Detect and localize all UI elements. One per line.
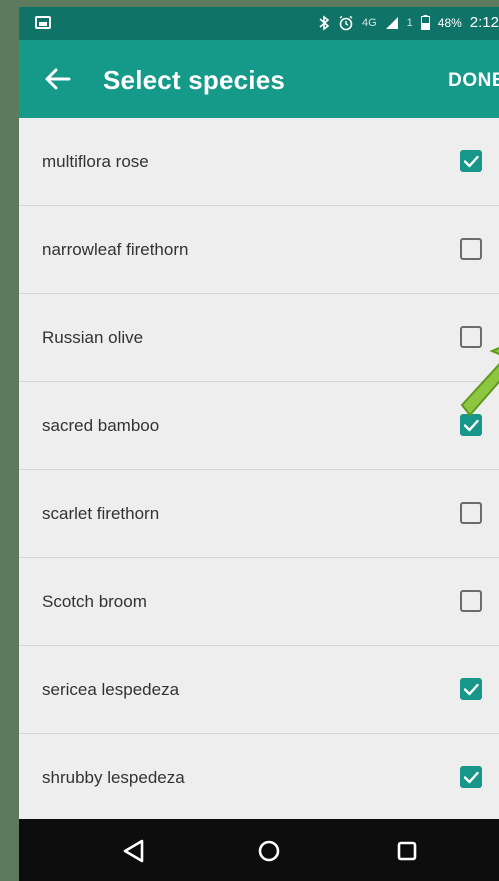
species-label: sacred bamboo [42,416,160,435]
square-recents-icon[interactable] [393,837,421,865]
species-label: sericea lespedeza [42,680,180,699]
species-label: scarlet firethorn [42,504,160,523]
species-checkbox[interactable] [460,678,482,700]
list-item[interactable]: sacred bamboo [19,382,499,470]
pointer-arrow-icon [460,347,499,417]
species-label: narrowleaf firethorn [42,240,189,259]
list-item[interactable]: narrowleaf firethorn [19,206,499,294]
signal-icon [385,16,398,29]
check-icon [463,683,479,696]
species-label: shrubby lespedeza [42,768,185,787]
list-item[interactable]: shrubby lespedeza [19,734,499,822]
species-checkbox[interactable] [460,238,482,260]
status-icons: 4G 1 48% 2:12 [318,14,499,31]
signal-text: 1 [406,16,413,29]
species-checkbox[interactable] [460,766,482,788]
check-icon [463,771,479,784]
check-icon [463,155,479,168]
species-list: multiflora rose narrowleaf firethorn Russi… [19,118,499,822]
species-checkbox[interactable] [460,150,482,172]
list-item[interactable]: Scotch broom [19,558,499,646]
arrow-back-icon[interactable] [41,62,75,96]
network-text: 4G [361,16,377,29]
species-checkbox[interactable] [460,590,482,612]
triangle-back-icon[interactable] [120,837,148,865]
circle-home-icon[interactable] [255,837,283,865]
phone-screen: 4G 1 48% 2:12 Select species DONE multif… [19,7,499,881]
clock: 2:12 [469,14,499,31]
status-bar: 4G 1 48% 2:12 [19,7,499,40]
list-item[interactable]: multiflora rose [19,118,499,206]
page-title: Select species [103,65,286,95]
battery-icon [420,15,430,30]
list-item[interactable]: scarlet firethorn [19,470,499,558]
list-item[interactable]: Russian olive [19,294,499,382]
species-label: multiflora rose [42,152,149,171]
image-notification-icon [35,16,51,29]
species-label: Russian olive [42,328,144,347]
app-bar: Select species DONE [19,40,499,118]
alarm-icon [339,15,353,30]
species-checkbox[interactable] [460,502,482,524]
battery-percent: 48% [437,15,462,30]
species-label: Scotch broom [42,592,147,611]
list-item[interactable]: sericea lespedeza [19,646,499,734]
done-button[interactable]: DONE [448,70,499,92]
bluetooth-icon [319,14,330,31]
navigation-bar [19,819,499,881]
